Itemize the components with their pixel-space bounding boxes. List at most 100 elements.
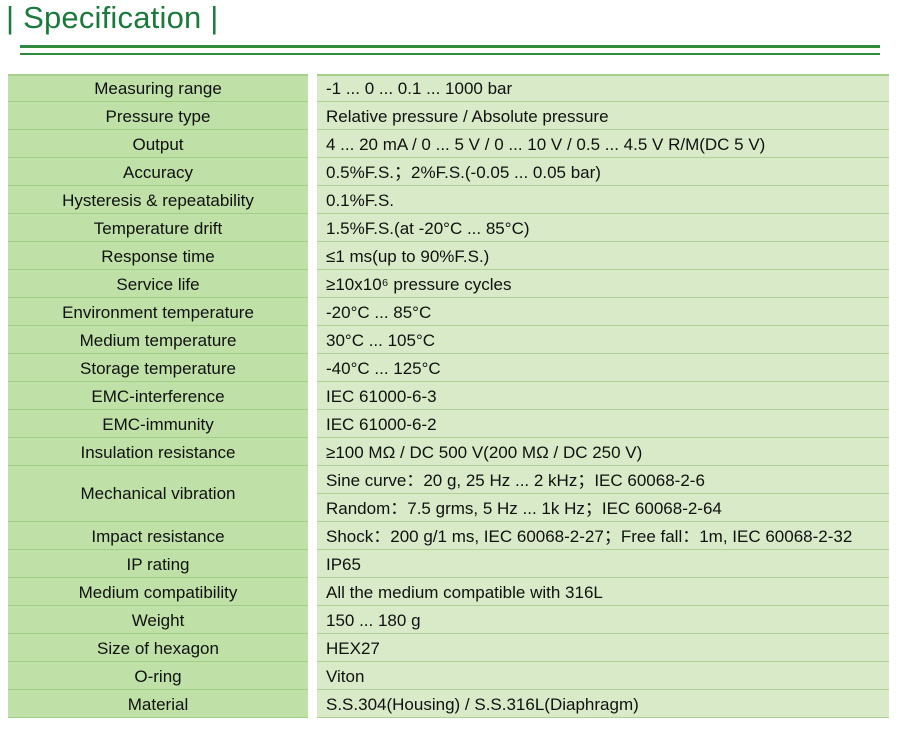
- spec-value: IEC 61000-6-3: [317, 382, 889, 410]
- spec-value: 0.5%F.S.；2%F.S.(-0.05 ... 0.05 bar): [317, 158, 889, 186]
- spec-values: 30°C ... 105°C: [317, 326, 889, 354]
- column-separator: [308, 158, 317, 186]
- column-separator: [308, 578, 317, 606]
- section-title: | Specification |: [6, 0, 219, 35]
- spec-values: -40°C ... 125°C: [317, 354, 889, 382]
- spec-value: S.S.304(Housing) / S.S.316L(Diaphragm): [317, 690, 889, 718]
- spec-value: 0.1%F.S.: [317, 186, 889, 214]
- column-separator: [308, 634, 317, 662]
- spec-label: EMC-immunity: [8, 410, 308, 438]
- spec-values: -1 ... 0 ... 0.1 ... 1000 bar: [317, 74, 889, 102]
- spec-row: Hysteresis & repeatability 0.1%F.S.: [0, 186, 897, 214]
- spec-values: IEC 61000-6-2: [317, 410, 889, 438]
- spec-row: Measuring range -1 ... 0 ... 0.1 ... 1000…: [0, 74, 897, 102]
- title-rule-bottom: [20, 53, 880, 55]
- title-rule-top: [20, 45, 880, 48]
- spec-value: ≤1 ms(up to 90%F.S.): [317, 242, 889, 270]
- spec-label: Weight: [8, 606, 308, 634]
- column-separator: [308, 382, 317, 410]
- column-separator: [308, 74, 317, 102]
- column-separator: [308, 690, 317, 718]
- spec-row: IP rating IP65: [0, 550, 897, 578]
- spec-label: Service life: [8, 270, 308, 298]
- spec-row: Mechanical vibration Sine curve：20 g, 25 …: [0, 466, 897, 522]
- spec-values: Viton: [317, 662, 889, 690]
- spec-row: EMC-interference IEC 61000-6-3: [0, 382, 897, 410]
- spec-label: Measuring range: [8, 74, 308, 102]
- spec-values: S.S.304(Housing) / S.S.316L(Diaphragm): [317, 690, 889, 718]
- spec-value: -20°C ... 85°C: [317, 298, 889, 326]
- spec-row: Pressure type Relative pressure / Absolut…: [0, 102, 897, 130]
- spec-value: Viton: [317, 662, 889, 690]
- spec-value: Shock：200 g/1 ms, IEC 60068-2-27；Free fa…: [317, 522, 889, 550]
- spec-row: Insulation resistance ≥100 MΩ / DC 500 V(…: [0, 438, 897, 466]
- spec-label: Impact resistance: [8, 522, 308, 550]
- spec-label: O-ring: [8, 662, 308, 690]
- spec-value: 1.5%F.S.(at -20°C ... 85°C): [317, 214, 889, 242]
- column-separator: [308, 606, 317, 634]
- column-separator: [308, 102, 317, 130]
- spec-label: Accuracy: [8, 158, 308, 186]
- spec-value: IP65: [317, 550, 889, 578]
- spec-row: Service life ≥10x10⁶ pressure cycles: [0, 270, 897, 298]
- column-separator: [308, 130, 317, 158]
- spec-value: Relative pressure / Absolute pressure: [317, 102, 889, 130]
- spec-row: Environment temperature -20°C ... 85°C: [0, 298, 897, 326]
- spec-value: 4 ... 20 mA / 0 ... 5 V / 0 ... 10 V / 0…: [317, 130, 889, 158]
- spec-label: Environment temperature: [8, 298, 308, 326]
- spec-values: ≥10x10⁶ pressure cycles: [317, 270, 889, 298]
- spec-values: 150 ... 180 g: [317, 606, 889, 634]
- spec-label: Mechanical vibration: [8, 466, 308, 522]
- spec-value: 30°C ... 105°C: [317, 326, 889, 354]
- spec-label: Response time: [8, 242, 308, 270]
- spec-values: All the medium compatible with 316L: [317, 578, 889, 606]
- column-separator: [308, 326, 317, 354]
- spec-value: ≥100 MΩ / DC 500 V(200 MΩ / DC 250 V): [317, 438, 889, 466]
- spec-row: Response time ≤1 ms(up to 90%F.S.): [0, 242, 897, 270]
- spec-values: HEX27: [317, 634, 889, 662]
- spec-values: -20°C ... 85°C: [317, 298, 889, 326]
- spec-values: 0.1%F.S.: [317, 186, 889, 214]
- column-separator: [308, 270, 317, 298]
- spec-values: Sine curve：20 g, 25 Hz ... 2 kHz；IEC 600…: [317, 466, 889, 522]
- spec-label: Output: [8, 130, 308, 158]
- section-title-text: Specification: [23, 0, 202, 35]
- spec-values: 0.5%F.S.；2%F.S.(-0.05 ... 0.05 bar): [317, 158, 889, 186]
- spec-label: Material: [8, 690, 308, 718]
- spec-label: Medium compatibility: [8, 578, 308, 606]
- spec-row: Weight 150 ... 180 g: [0, 606, 897, 634]
- column-separator: [308, 550, 317, 578]
- spec-row: EMC-immunity IEC 61000-6-2: [0, 410, 897, 438]
- spec-row: Size of hexagon HEX27: [0, 634, 897, 662]
- spec-value: Sine curve：20 g, 25 Hz ... 2 kHz；IEC 600…: [317, 466, 889, 494]
- spec-row: Impact resistance Shock：200 g/1 ms, IEC 6…: [0, 522, 897, 550]
- spec-value: -40°C ... 125°C: [317, 354, 889, 382]
- column-separator: [308, 354, 317, 382]
- spec-value: HEX27: [317, 634, 889, 662]
- spec-values: 4 ... 20 mA / 0 ... 5 V / 0 ... 10 V / 0…: [317, 130, 889, 158]
- spec-row: Accuracy 0.5%F.S.；2%F.S.(-0.05 ... 0.05 b…: [0, 158, 897, 186]
- column-separator: [308, 410, 317, 438]
- spec-value: IEC 61000-6-2: [317, 410, 889, 438]
- spec-label: Size of hexagon: [8, 634, 308, 662]
- spec-values: Shock：200 g/1 ms, IEC 60068-2-27；Free fa…: [317, 522, 889, 550]
- spec-values: ≤1 ms(up to 90%F.S.): [317, 242, 889, 270]
- spec-values: 1.5%F.S.(at -20°C ... 85°C): [317, 214, 889, 242]
- spec-label: Medium temperature: [8, 326, 308, 354]
- spec-value: ≥10x10⁶ pressure cycles: [317, 270, 889, 298]
- column-separator: [308, 522, 317, 550]
- column-separator: [308, 186, 317, 214]
- spec-value: All the medium compatible with 316L: [317, 578, 889, 606]
- spec-values: IEC 61000-6-3: [317, 382, 889, 410]
- column-separator: [308, 242, 317, 270]
- spec-row: Temperature drift 1.5%F.S.(at -20°C ... 8…: [0, 214, 897, 242]
- spec-row: Output 4 ... 20 mA / 0 ... 5 V / 0 ... 10…: [0, 130, 897, 158]
- spec-value: -1 ... 0 ... 0.1 ... 1000 bar: [317, 74, 889, 102]
- spec-label: Pressure type: [8, 102, 308, 130]
- column-separator: [308, 214, 317, 242]
- spec-values: ≥100 MΩ / DC 500 V(200 MΩ / DC 250 V): [317, 438, 889, 466]
- column-separator: [308, 466, 317, 522]
- spec-values: Relative pressure / Absolute pressure: [317, 102, 889, 130]
- spec-label: Storage temperature: [8, 354, 308, 382]
- spec-value: 150 ... 180 g: [317, 606, 889, 634]
